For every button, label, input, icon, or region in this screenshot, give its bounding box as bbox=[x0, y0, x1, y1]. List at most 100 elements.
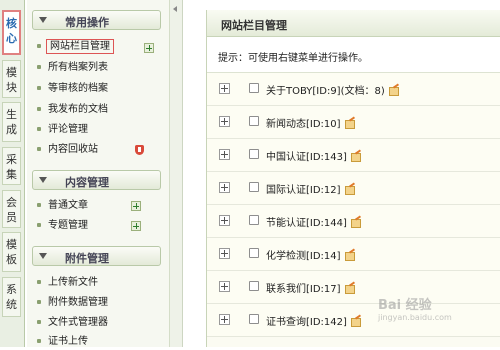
menu-item-articles[interactable]: 普通文章 bbox=[37, 198, 88, 214]
hint-text: 提示：可使用右键菜单进行操作。 bbox=[218, 53, 368, 64]
menu-item-my-documents[interactable]: 我发布的文档 bbox=[37, 102, 108, 118]
category-name[interactable]: 证书查询[ID:142] bbox=[266, 313, 361, 328]
menu-item-label: 证书上传 bbox=[48, 336, 88, 347]
category-row[interactable]: 证书查询[ID:142] bbox=[207, 304, 500, 337]
category-row[interactable]: 新闻动态[ID:10] bbox=[207, 106, 500, 139]
expand-icon[interactable] bbox=[219, 314, 230, 325]
section-header-content[interactable]: 内容管理 bbox=[32, 170, 161, 190]
bullet-icon bbox=[37, 223, 41, 227]
menu-item-label: 所有档案列表 bbox=[48, 62, 108, 73]
category-name[interactable]: 中国认证[ID:143] bbox=[266, 148, 361, 163]
category-name[interactable]: 国际认证[ID:12] bbox=[266, 181, 355, 196]
add-icon[interactable] bbox=[131, 221, 141, 231]
category-name[interactable]: 节能认证[ID:144] bbox=[266, 214, 361, 229]
row-checkbox[interactable] bbox=[249, 149, 259, 159]
bullet-icon bbox=[37, 280, 41, 284]
menu-item-pending-archives[interactable]: 等审核的档案 bbox=[37, 81, 108, 97]
expand-icon[interactable] bbox=[219, 116, 230, 127]
category-name[interactable]: 新闻动态[ID:10] bbox=[266, 115, 355, 130]
collapse-left-icon bbox=[173, 6, 177, 12]
edit-icon[interactable] bbox=[344, 284, 355, 294]
row-checkbox[interactable] bbox=[249, 248, 259, 258]
edit-icon[interactable] bbox=[350, 317, 361, 327]
bullet-icon bbox=[37, 127, 41, 131]
edit-icon[interactable] bbox=[344, 119, 355, 129]
menu-item-label: 等审核的档案 bbox=[48, 83, 108, 94]
hint-bar: 提示：可使用右键菜单进行操作。 bbox=[207, 37, 500, 73]
menu-item-label: 专题管理 bbox=[48, 220, 88, 231]
edit-icon[interactable] bbox=[344, 185, 355, 195]
vtab-generate[interactable]: 生成 bbox=[2, 102, 21, 142]
menu-item-label: 文件式管理器 bbox=[48, 317, 108, 328]
bullet-icon bbox=[37, 86, 41, 90]
watermark-text: Bai 经验 bbox=[378, 298, 432, 313]
menu-item-label: 网站栏目管理 bbox=[46, 39, 114, 54]
expand-icon[interactable] bbox=[219, 281, 230, 292]
expand-icon[interactable] bbox=[219, 83, 230, 94]
collapse-arrow-icon bbox=[39, 177, 47, 183]
menu-item-recycle-bin[interactable]: 内容回收站 bbox=[37, 142, 98, 158]
row-checkbox[interactable] bbox=[249, 281, 259, 291]
edit-icon[interactable] bbox=[350, 218, 361, 228]
vtab-module[interactable]: 模块 bbox=[2, 60, 21, 98]
vtab-core[interactable]: 核心 bbox=[2, 10, 21, 55]
menu-item-label: 内容回收站 bbox=[48, 144, 98, 155]
edit-icon[interactable] bbox=[350, 152, 361, 162]
category-row[interactable]: 化学检测[ID:14] bbox=[207, 238, 500, 271]
category-row[interactable]: 关于TOBY[ID:9](文档：8) bbox=[207, 73, 500, 106]
bullet-icon bbox=[37, 320, 41, 324]
section-title: 常用操作 bbox=[65, 16, 109, 29]
edit-icon[interactable] bbox=[388, 86, 399, 96]
collapse-arrow-icon bbox=[39, 253, 47, 259]
section-title: 附件管理 bbox=[65, 252, 109, 265]
expand-icon[interactable] bbox=[219, 149, 230, 160]
category-name[interactable]: 联系我们[ID:17] bbox=[266, 280, 355, 295]
menu-item-file-manager[interactable]: 文件式管理器 bbox=[37, 315, 108, 331]
category-row[interactable]: 联系我们[ID:17] bbox=[207, 271, 500, 304]
category-name[interactable]: 化学检测[ID:14] bbox=[266, 247, 355, 262]
vtab-template[interactable]: 模板 bbox=[2, 232, 21, 272]
expand-icon[interactable] bbox=[219, 215, 230, 226]
menu-item-attachment-data[interactable]: 附件数据管理 bbox=[37, 295, 108, 311]
bullet-icon bbox=[37, 203, 41, 207]
add-icon[interactable] bbox=[131, 201, 141, 211]
edit-icon[interactable] bbox=[344, 251, 355, 261]
category-row[interactable]: 节能认证[ID:144] bbox=[207, 205, 500, 238]
category-row[interactable]: 国际认证[ID:12] bbox=[207, 172, 500, 205]
menu-item-certificate-upload[interactable]: 证书上传 bbox=[37, 334, 88, 350]
vertical-tab-bar: 核心 模块 生成 采集 会员 模板 系统 bbox=[0, 0, 25, 347]
vtab-member[interactable]: 会员 bbox=[2, 190, 21, 228]
side-menu: 常用操作 网站栏目管理 所有档案列表 等审核的档案 我发布的文档 评论管理 内容… bbox=[27, 0, 170, 347]
page-title: 网站栏目管理 bbox=[221, 19, 287, 32]
row-checkbox[interactable] bbox=[249, 83, 259, 93]
menu-collapse-strip[interactable] bbox=[170, 0, 183, 347]
panel-header: 网站栏目管理 bbox=[207, 10, 500, 37]
bullet-icon bbox=[37, 65, 41, 69]
menu-item-upload-file[interactable]: 上传新文件 bbox=[37, 275, 98, 291]
menu-item-label: 上传新文件 bbox=[48, 277, 98, 288]
expand-icon[interactable] bbox=[219, 248, 230, 259]
menu-item-label: 普通文章 bbox=[48, 200, 88, 211]
menu-item-label: 评论管理 bbox=[48, 124, 88, 135]
expand-icon[interactable] bbox=[219, 182, 230, 193]
section-header-common[interactable]: 常用操作 bbox=[32, 10, 161, 30]
row-checkbox[interactable] bbox=[249, 182, 259, 192]
menu-item-category-manage[interactable]: 网站栏目管理 bbox=[37, 39, 114, 55]
bullet-icon bbox=[37, 44, 41, 48]
section-header-attachments[interactable]: 附件管理 bbox=[32, 246, 161, 266]
row-checkbox[interactable] bbox=[249, 215, 259, 225]
vtab-collect[interactable]: 采集 bbox=[2, 147, 21, 185]
bullet-icon bbox=[37, 300, 41, 304]
category-name[interactable]: 关于TOBY[ID:9](文档：8) bbox=[266, 82, 399, 97]
row-checkbox[interactable] bbox=[249, 314, 259, 324]
shield-icon bbox=[135, 145, 144, 155]
category-row[interactable]: 中国认证[ID:143] bbox=[207, 139, 500, 172]
menu-item-comments[interactable]: 评论管理 bbox=[37, 122, 88, 138]
vtab-system[interactable]: 系统 bbox=[2, 277, 21, 317]
add-icon[interactable] bbox=[144, 43, 154, 53]
watermark-sub: jingyan.baidu.com bbox=[378, 313, 452, 322]
menu-item-topics[interactable]: 专题管理 bbox=[37, 218, 88, 234]
row-checkbox[interactable] bbox=[249, 116, 259, 126]
menu-item-all-archives[interactable]: 所有档案列表 bbox=[37, 60, 108, 76]
menu-item-label: 我发布的文档 bbox=[48, 104, 108, 115]
